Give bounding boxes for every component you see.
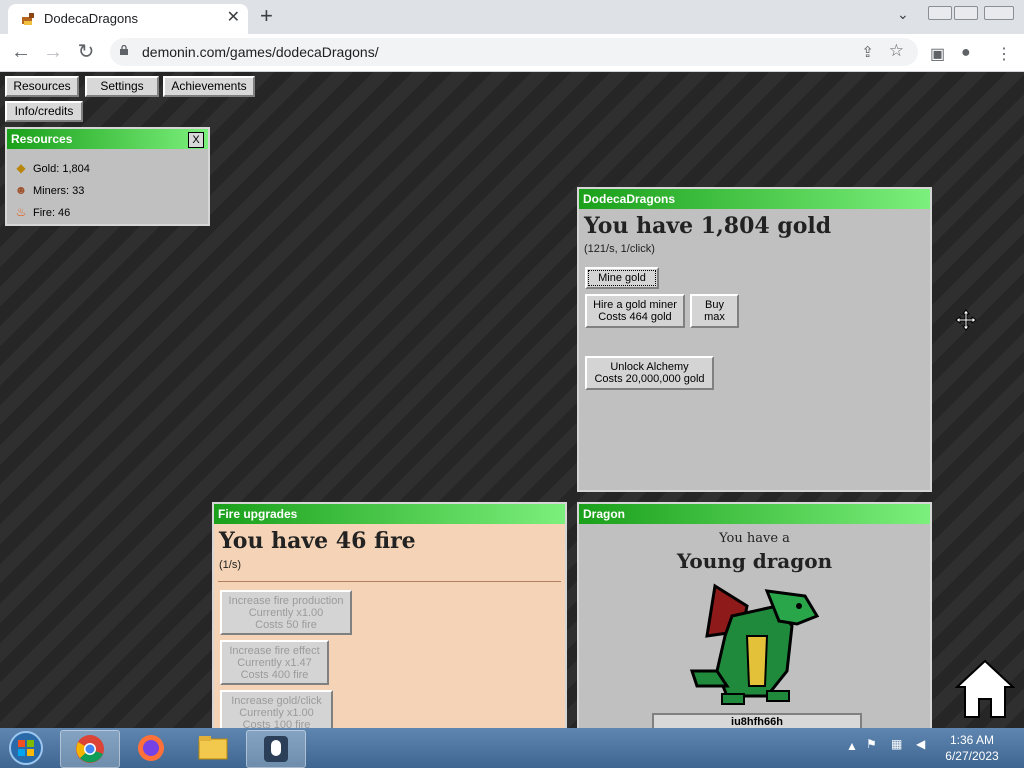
unlock-alchemy-button[interactable]: Unlock Alchemy Costs 20,000,000 gold xyxy=(585,356,714,390)
share-icon[interactable]: ⇪ xyxy=(861,43,874,61)
windows-taskbar: ▲ ⚑ ▦ ◀ 1:36 AM 6/27/2023 xyxy=(0,728,1024,768)
mouse-icon xyxy=(264,736,288,762)
chrome-taskbar-item[interactable] xyxy=(60,730,120,768)
new-tab-button[interactable]: + xyxy=(260,5,273,27)
home-icon[interactable] xyxy=(955,657,1015,721)
info-credits-nav-button[interactable]: Info/credits xyxy=(5,101,83,122)
dragon-sprite-icon xyxy=(689,583,820,705)
tab-search-chevron-icon[interactable]: ⌄ xyxy=(897,6,909,23)
chrome-icon xyxy=(76,735,104,763)
gold-click-upgrade-button[interactable]: Increase gold/click Currently x1.00 Cost… xyxy=(220,690,333,728)
reload-icon[interactable]: ↻ xyxy=(75,41,97,63)
tab-title: DodecaDragons xyxy=(44,11,138,26)
fire-effect-upgrade-button[interactable]: Increase fire effect Currently x1.47 Cos… xyxy=(220,640,329,685)
address-bar[interactable]: demonin.com/games/dodecaDragons/ ⇪ ☆ xyxy=(110,38,918,66)
fire-rate: (1/s) xyxy=(219,559,241,571)
profile-avatar-icon[interactable]: ● xyxy=(961,44,971,62)
system-clock[interactable]: 1:36 AM 6/27/2023 xyxy=(938,732,1006,764)
settings-nav-button[interactable]: Settings xyxy=(85,76,159,97)
fire-icon: ♨ xyxy=(15,205,27,219)
menu-dots-icon[interactable]: ⋮ xyxy=(996,44,1012,64)
close-window-button[interactable] xyxy=(984,6,1014,20)
fire-production-upgrade-button[interactable]: Increase fire production Currently x1.00… xyxy=(220,590,352,635)
folder-icon xyxy=(198,736,228,760)
dragon-panel-title: Dragon xyxy=(579,504,930,524)
game-area: Resources Settings Achievements Info/cre… xyxy=(0,72,1024,728)
fire-upgrades-panel: Fire upgrades You have 46 fire (1/s) Inc… xyxy=(212,502,567,728)
back-arrow-icon[interactable]: ← xyxy=(10,41,32,63)
divider xyxy=(218,581,561,582)
miner-icon: ☻ xyxy=(14,183,28,197)
file-explorer-taskbar-item[interactable] xyxy=(184,730,242,766)
fire-panel-title: Fire upgrades xyxy=(214,504,565,524)
fire-resource: ♨ Fire: 46 xyxy=(13,205,71,219)
gold-heading: You have 1,804 gold xyxy=(584,213,832,239)
show-hidden-icons-icon[interactable]: ▲ xyxy=(846,739,858,753)
gold-resource: ◆ Gold: 1,804 xyxy=(13,161,90,175)
action-center-icon[interactable]: ⚑ xyxy=(866,737,877,751)
main-panel-title: DodecaDragons xyxy=(579,189,930,209)
resources-panel: Resources X ◆ Gold: 1,804 ☻ Miners: 33 ♨ Fi… xyxy=(5,127,210,226)
forward-arrow-icon[interactable]: → xyxy=(42,41,64,63)
dragon-stage: Young dragon xyxy=(676,549,833,573)
dragon-status-line: You have a xyxy=(719,531,790,546)
fire-heading: You have 46 fire xyxy=(219,528,416,554)
browser-toolbar: ← → ↻ demonin.com/games/dodecaDragons/ ⇪… xyxy=(0,34,1024,72)
firefox-taskbar-item[interactable] xyxy=(122,730,180,766)
achievements-nav-button[interactable]: Achievements xyxy=(163,76,255,97)
tab-close-icon[interactable]: ✕ xyxy=(227,9,240,27)
network-icon[interactable]: ▦ xyxy=(891,737,902,751)
volume-icon[interactable]: ◀ xyxy=(916,737,925,751)
lock-icon xyxy=(120,45,128,55)
firefox-icon xyxy=(138,735,164,761)
side-panel-icon[interactable]: ▣ xyxy=(930,44,945,64)
mouse-app-taskbar-item[interactable] xyxy=(246,730,306,768)
minimize-button[interactable] xyxy=(928,6,952,20)
dragon-favicon-icon xyxy=(22,13,34,25)
browser-tab-bar: DodecaDragons ✕ + ⌄ xyxy=(0,0,1024,34)
main-gold-panel: DodecaDragons You have 1,804 gold (121/s… xyxy=(577,187,932,492)
restore-button[interactable] xyxy=(954,6,978,20)
gold-icon: ◆ xyxy=(16,161,26,175)
gold-rate: (121/s, 1/click) xyxy=(584,243,655,255)
miners-resource: ☻ Miners: 33 xyxy=(14,183,85,197)
windows-start-icon[interactable] xyxy=(6,730,46,766)
dragon-name-field[interactable]: iu8hfh66h xyxy=(652,713,862,728)
move-cursor-icon xyxy=(955,309,977,331)
resources-nav-button[interactable]: Resources xyxy=(5,76,79,97)
mine-gold-button[interactable]: Mine gold xyxy=(585,267,659,289)
hire-miner-button[interactable]: Hire a gold miner Costs 464 gold xyxy=(585,294,685,328)
close-icon[interactable]: X xyxy=(188,132,204,148)
browser-tab[interactable]: DodecaDragons ✕ xyxy=(8,4,248,34)
resources-panel-title: Resources xyxy=(7,129,208,149)
buy-max-button[interactable]: Buy max xyxy=(690,294,739,328)
dragon-panel: Dragon You have a Young dragon iu8hfh66h xyxy=(577,502,932,728)
bookmark-star-icon[interactable]: ☆ xyxy=(889,41,904,61)
url-text: demonin.com/games/dodecaDragons/ xyxy=(142,44,379,60)
